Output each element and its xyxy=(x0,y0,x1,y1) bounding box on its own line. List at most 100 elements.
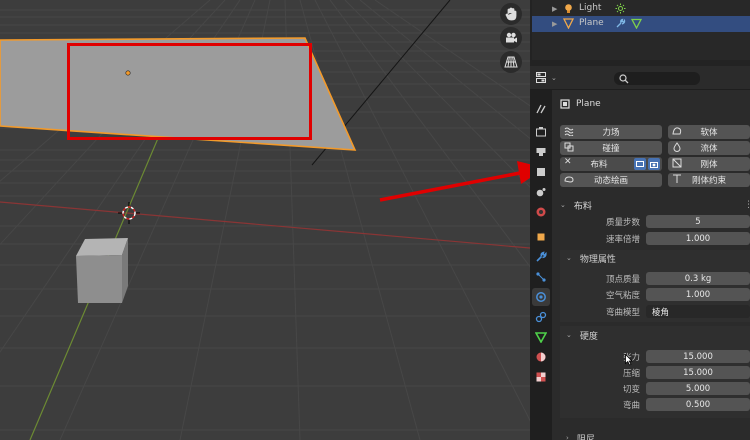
collision-icon xyxy=(564,142,574,152)
light-icon xyxy=(563,3,574,17)
bending-model-label: 弯曲模型 xyxy=(605,308,640,318)
air-viscosity-field[interactable]: 1.000 xyxy=(646,288,750,301)
object-icon xyxy=(537,233,545,241)
particles-icon xyxy=(536,272,546,282)
fluid-icon xyxy=(673,142,681,152)
search-icon xyxy=(619,73,629,83)
tab-physics[interactable] xyxy=(532,288,550,306)
soft-body-button[interactable]: 软体 xyxy=(668,125,750,139)
object-name-row: Plane xyxy=(560,98,601,110)
compression-label: 压缩 xyxy=(622,369,640,379)
texture-icon xyxy=(536,372,546,382)
bending-model-dropdown[interactable]: 棱角 xyxy=(646,305,750,318)
tab-scene[interactable] xyxy=(532,183,550,201)
chevron-down-icon[interactable]: ⌄ xyxy=(560,201,566,209)
chevron-down-icon: ⌄ xyxy=(566,254,572,262)
chevron-down-icon: ⌄ xyxy=(566,331,572,339)
fluid-button[interactable]: 流体 xyxy=(668,141,750,155)
rigid-body-button[interactable]: 刚体 xyxy=(668,157,750,171)
tab-material[interactable] xyxy=(532,348,550,366)
expand-arrow-icon[interactable]: ▶ xyxy=(552,20,557,28)
vertex-mass-field[interactable]: 0.3 kg xyxy=(646,272,750,285)
properties-tabs xyxy=(530,90,552,440)
dynamic-paint-button[interactable]: 动态绘画 xyxy=(560,173,662,187)
bending-label: 弯曲 xyxy=(622,401,640,411)
tab-output[interactable] xyxy=(532,143,550,161)
viewport-display-icon[interactable] xyxy=(634,158,646,170)
speed-multiplier-field[interactable]: 1.000 xyxy=(646,232,750,245)
output-icon xyxy=(536,148,546,156)
search-input[interactable] xyxy=(614,72,700,85)
tab-texture[interactable] xyxy=(532,368,550,386)
compression-field[interactable]: 15.000 xyxy=(646,366,750,379)
rigid-body-constraint-icon xyxy=(673,174,681,183)
cloth-button[interactable]: ✕ 布料 xyxy=(560,157,662,171)
object-name: Plane xyxy=(576,99,601,109)
wrench-icon xyxy=(536,251,547,262)
drag-handle-icon[interactable]: ⋮ xyxy=(744,200,750,210)
tab-modifiers[interactable] xyxy=(532,248,550,266)
mesh-data-icon[interactable] xyxy=(630,18,643,32)
shear-field[interactable]: 5.000 xyxy=(646,382,750,395)
tab-particles[interactable] xyxy=(532,268,550,286)
outliner-label[interactable]: Light xyxy=(579,3,601,13)
world-icon xyxy=(536,207,546,217)
shear-label: 切变 xyxy=(622,385,640,395)
tool-icon xyxy=(536,104,546,114)
camera-icon[interactable] xyxy=(500,27,522,49)
render-camera-icon[interactable] xyxy=(648,158,660,170)
scene-icon xyxy=(536,188,546,197)
tab-view-layer[interactable] xyxy=(532,163,550,181)
air-viscosity-label: 空气粘度 xyxy=(605,291,640,301)
view-layer-icon xyxy=(537,168,545,176)
expand-arrow-icon[interactable]: ▶ xyxy=(552,5,557,13)
outliner-row-plane[interactable]: ▶ Plane xyxy=(532,16,750,32)
damping-header[interactable]: › 阻尼 xyxy=(566,430,595,440)
hand-icon[interactable] xyxy=(500,3,522,25)
mouse-pointer-icon xyxy=(625,354,633,366)
tab-constraints[interactable] xyxy=(532,308,550,326)
stiffness-header[interactable]: ⌄ 硬度 xyxy=(566,327,598,343)
outliner-row-light[interactable]: ▶ Light xyxy=(532,1,750,17)
chevron-right-icon: › xyxy=(566,434,569,440)
tab-data[interactable] xyxy=(532,328,550,346)
outliner[interactable]: ▶ Light ▶ Plane xyxy=(532,0,750,60)
bending-field[interactable]: 0.500 xyxy=(646,398,750,411)
material-icon xyxy=(536,352,546,362)
annotation-box xyxy=(67,43,312,140)
force-field-icon xyxy=(564,127,574,136)
mesh-data-icon xyxy=(535,332,547,343)
editor-type-dropdown[interactable]: ⌄ xyxy=(536,71,558,85)
collision-button[interactable]: 碰撞 xyxy=(560,141,662,155)
constraints-icon xyxy=(535,311,547,323)
cloth-panel-header[interactable]: ⌄ 布料 ⋮ xyxy=(554,197,750,213)
grid-icon[interactable] xyxy=(500,51,522,73)
close-icon[interactable]: ✕ xyxy=(564,157,572,167)
properties-editor[interactable]: ⌄ Plane 力场 软体 碰撞 流体 ✕ 布料 刚体 动态绘画 刚体约束 ⌄ … xyxy=(530,66,750,440)
properties-editor-icon xyxy=(536,72,546,83)
quality-steps-field[interactable]: 5 xyxy=(646,215,750,228)
tab-tool[interactable] xyxy=(532,100,550,118)
physical-properties-header[interactable]: ⌄ 物理属性 xyxy=(566,250,616,266)
cube-object xyxy=(76,238,128,303)
mesh-object-icon xyxy=(562,18,575,32)
tab-world[interactable] xyxy=(532,203,550,221)
modifier-wrench-icon[interactable] xyxy=(615,18,626,32)
force-field-button[interactable]: 力场 xyxy=(560,125,662,139)
3d-viewport[interactable] xyxy=(0,0,530,440)
outliner-label[interactable]: Plane xyxy=(579,18,604,28)
rigid-body-constraint-button[interactable]: 刚体约束 xyxy=(668,173,750,187)
tab-object[interactable] xyxy=(532,228,550,246)
properties-header: ⌄ xyxy=(530,66,750,90)
quality-steps-label: 质量步数 xyxy=(605,218,640,228)
rigid-body-icon xyxy=(672,158,682,168)
soft-body-icon xyxy=(672,127,682,135)
physics-icon xyxy=(536,292,546,302)
speed-multiplier-label: 速率倍增 xyxy=(605,235,640,245)
render-icon xyxy=(536,127,546,137)
sun-data-icon[interactable] xyxy=(615,3,626,17)
tab-render[interactable] xyxy=(532,123,550,141)
tension-field[interactable]: 15.000 xyxy=(646,350,750,363)
object-data-icon xyxy=(560,99,570,109)
right-editor-column: ▶ Light ▶ Plane ⌄ Plane 力场 软体 碰撞 流体 ✕ 布料… xyxy=(530,0,750,440)
